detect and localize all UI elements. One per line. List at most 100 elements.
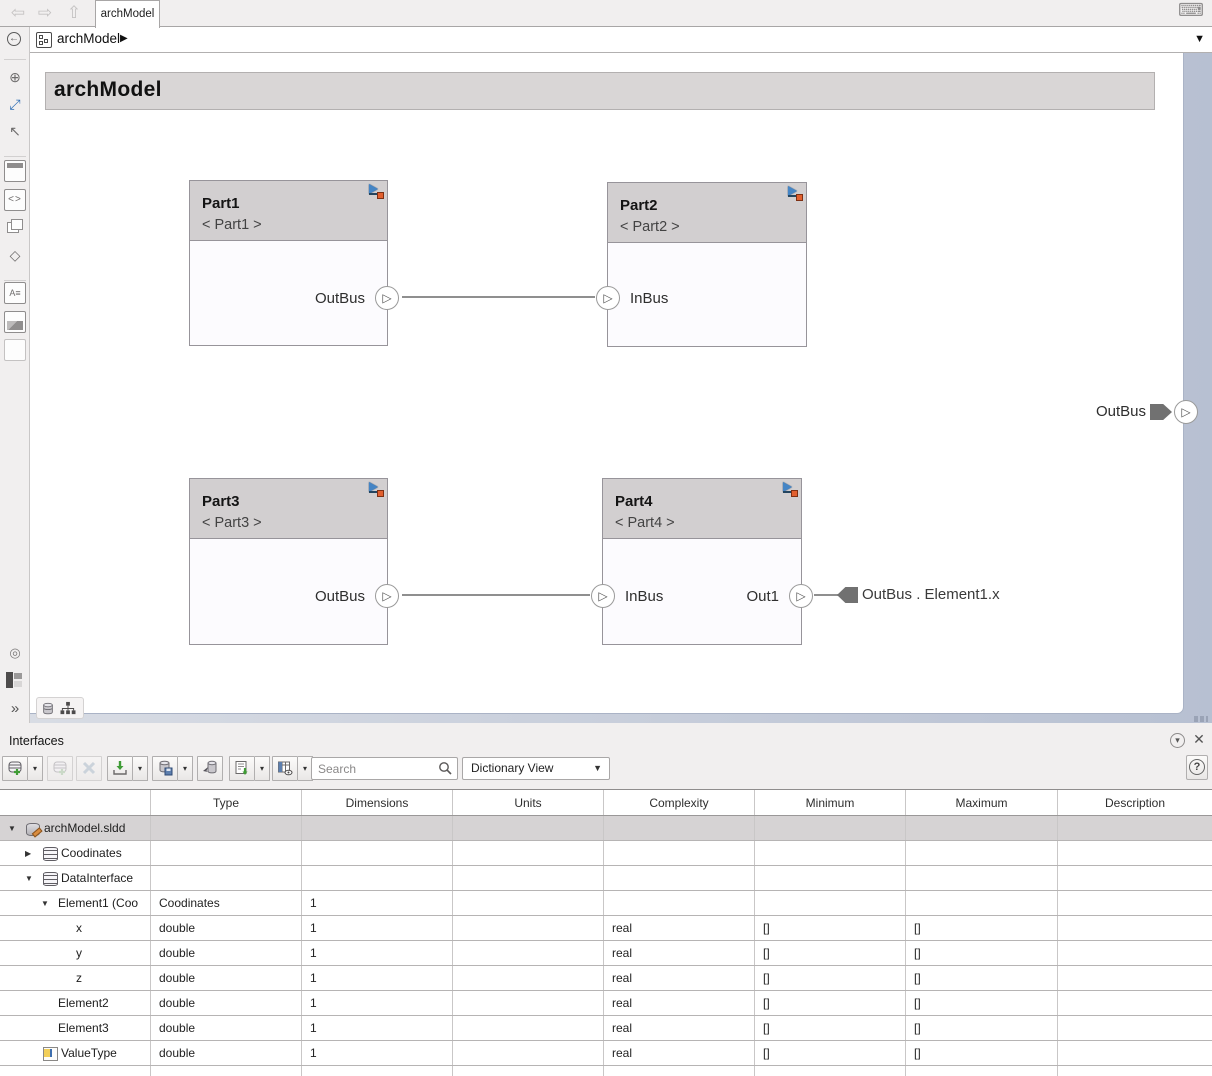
row-name-cell[interactable] bbox=[0, 1066, 151, 1076]
table-row[interactable]: ▼Element1 (CooCoodinates1 bbox=[0, 891, 1212, 916]
resize-grip[interactable] bbox=[1194, 716, 1208, 722]
cell-dimensions[interactable]: 1 bbox=[302, 966, 453, 990]
cell-description[interactable] bbox=[1058, 891, 1212, 915]
cell-complexity[interactable]: real bbox=[604, 991, 755, 1015]
cell-minimum[interactable]: [] bbox=[755, 991, 906, 1015]
delete-button[interactable] bbox=[76, 756, 102, 781]
cell-units[interactable] bbox=[453, 1016, 604, 1040]
close-panel-icon[interactable]: ✕ bbox=[1191, 731, 1207, 747]
expand-palette-icon[interactable]: » bbox=[4, 699, 26, 721]
cell-units[interactable] bbox=[453, 1041, 604, 1065]
output-port-icon[interactable]: ▷ bbox=[375, 584, 399, 608]
output-port-icon[interactable]: ▷ bbox=[375, 286, 399, 310]
column-header[interactable]: Maximum bbox=[906, 790, 1058, 815]
cell-minimum[interactable] bbox=[755, 816, 906, 840]
cell-dimensions[interactable]: 1 bbox=[302, 891, 453, 915]
table-row[interactable]: ydouble1real[][] bbox=[0, 941, 1212, 966]
component-part1[interactable]: Part1 < Part1 > OutBus ▷ bbox=[189, 180, 388, 346]
cell-type[interactable]: Coodinates bbox=[151, 891, 302, 915]
cell-dimensions[interactable]: 1 bbox=[302, 916, 453, 940]
column-header[interactable]: Description bbox=[1058, 790, 1212, 815]
cell-maximum[interactable] bbox=[906, 891, 1058, 915]
cell-type[interactable] bbox=[151, 866, 302, 890]
table-row[interactable]: ▼DataInterface bbox=[0, 866, 1212, 891]
component-part2[interactable]: Part2 < Part2 > ▷ InBus bbox=[607, 182, 807, 347]
port-label[interactable]: Out1 bbox=[746, 588, 779, 605]
area-box-icon[interactable] bbox=[4, 339, 26, 361]
cell-description[interactable] bbox=[1058, 941, 1212, 965]
cell-maximum[interactable] bbox=[906, 841, 1058, 865]
row-name-cell[interactable]: Element2 bbox=[0, 991, 151, 1015]
signal-annotation[interactable]: OutBus . Element1.x bbox=[862, 586, 1000, 603]
search-icon[interactable] bbox=[438, 761, 453, 776]
boundary-port-anchor-icon[interactable] bbox=[1150, 404, 1172, 420]
cell-dimensions[interactable] bbox=[302, 866, 453, 890]
cell-type[interactable]: double bbox=[151, 966, 302, 990]
table-row[interactable]: ▶Coodinates bbox=[0, 841, 1212, 866]
cell-type[interactable]: double bbox=[151, 941, 302, 965]
view-selector[interactable]: Dictionary View ▼ bbox=[462, 757, 610, 780]
connector-part4-annotation[interactable] bbox=[814, 594, 838, 596]
cell-type[interactable]: double bbox=[151, 1041, 302, 1065]
cell-minimum[interactable] bbox=[755, 866, 906, 890]
canvas-scroll-frame[interactable]: archModel Part1 < Part1 > OutBus ▷ Part2 bbox=[30, 53, 1212, 723]
data-dictionary-badge-icon[interactable] bbox=[41, 701, 55, 716]
row-name-cell[interactable]: ▼Element1 (Coo bbox=[0, 891, 151, 915]
cell-dimensions[interactable] bbox=[302, 1066, 453, 1076]
cell-minimum[interactable]: [] bbox=[755, 966, 906, 990]
search-input[interactable] bbox=[318, 759, 433, 778]
cell-type[interactable] bbox=[151, 816, 302, 840]
add-interface-dropdown-icon[interactable]: ▾ bbox=[28, 756, 43, 781]
connector-part3-part4[interactable] bbox=[402, 594, 590, 596]
zoom-in-icon[interactable]: ⊕ bbox=[4, 67, 26, 89]
component-header[interactable]: Part2 < Part2 > bbox=[608, 183, 806, 243]
row-name-cell[interactable]: ▼DataInterface bbox=[0, 866, 151, 890]
column-header[interactable]: Type bbox=[151, 790, 302, 815]
row-name-cell[interactable]: ValueType bbox=[0, 1041, 151, 1065]
port-label[interactable]: OutBus bbox=[315, 588, 365, 605]
cell-complexity[interactable]: real bbox=[604, 1016, 755, 1040]
cell-maximum[interactable]: [] bbox=[906, 991, 1058, 1015]
duplicate-icon[interactable] bbox=[4, 217, 26, 239]
collapse-icon[interactable]: ▼ bbox=[8, 816, 22, 840]
add-interface-button[interactable] bbox=[2, 756, 28, 781]
row-name-cell[interactable]: ▶Coodinates bbox=[0, 841, 151, 865]
cell-description[interactable] bbox=[1058, 1016, 1212, 1040]
import-button[interactable] bbox=[107, 756, 133, 781]
cell-type[interactable]: double bbox=[151, 1016, 302, 1040]
column-header[interactable]: Units bbox=[453, 790, 604, 815]
forward-icon[interactable]: ⇨ bbox=[33, 2, 57, 24]
save-dictionary-button[interactable] bbox=[152, 756, 178, 781]
breadcrumb-arrow-icon[interactable]: ▶ bbox=[120, 33, 128, 44]
keyboard-icon[interactable]: ⌨ bbox=[1178, 0, 1204, 21]
cell-maximum[interactable]: [] bbox=[906, 941, 1058, 965]
up-icon[interactable]: ⇧ bbox=[62, 2, 86, 24]
cell-minimum[interactable] bbox=[755, 891, 906, 915]
add-element-button[interactable] bbox=[47, 756, 73, 781]
cell-units[interactable] bbox=[453, 1066, 604, 1076]
cell-type[interactable] bbox=[151, 841, 302, 865]
table-row[interactable]: xdouble1real[][] bbox=[0, 916, 1212, 941]
cell-dimensions[interactable]: 1 bbox=[302, 1016, 453, 1040]
fit-to-view-icon[interactable]: ⤢ bbox=[4, 94, 26, 116]
cell-maximum[interactable]: [] bbox=[906, 966, 1058, 990]
row-name-cell[interactable]: z bbox=[0, 966, 151, 990]
viewport-icon[interactable] bbox=[4, 160, 26, 182]
annotation-icon[interactable]: A≡ bbox=[4, 282, 26, 304]
cell-type[interactable] bbox=[151, 1066, 302, 1076]
cell-minimum[interactable] bbox=[755, 841, 906, 865]
cell-description[interactable] bbox=[1058, 866, 1212, 890]
cell-complexity[interactable]: real bbox=[604, 966, 755, 990]
cell-maximum[interactable]: [] bbox=[906, 916, 1058, 940]
component-part4[interactable]: Part4 < Part4 > ▷ InBus Out1 ▷ bbox=[602, 478, 802, 645]
port-label[interactable]: InBus bbox=[625, 588, 663, 605]
port-label[interactable]: OutBus bbox=[315, 290, 365, 307]
row-name-cell[interactable]: ▼archModel.sldd bbox=[0, 816, 151, 840]
cell-units[interactable] bbox=[453, 866, 604, 890]
expand-icon[interactable]: ▶ bbox=[25, 841, 39, 865]
cell-minimum[interactable]: [] bbox=[755, 1041, 906, 1065]
back-icon[interactable]: ⇦ bbox=[6, 2, 30, 24]
table-row[interactable]: Element3double1real[][] bbox=[0, 1016, 1212, 1041]
cell-minimum[interactable]: [] bbox=[755, 941, 906, 965]
table-row[interactable]: Element2double1real[][] bbox=[0, 991, 1212, 1016]
